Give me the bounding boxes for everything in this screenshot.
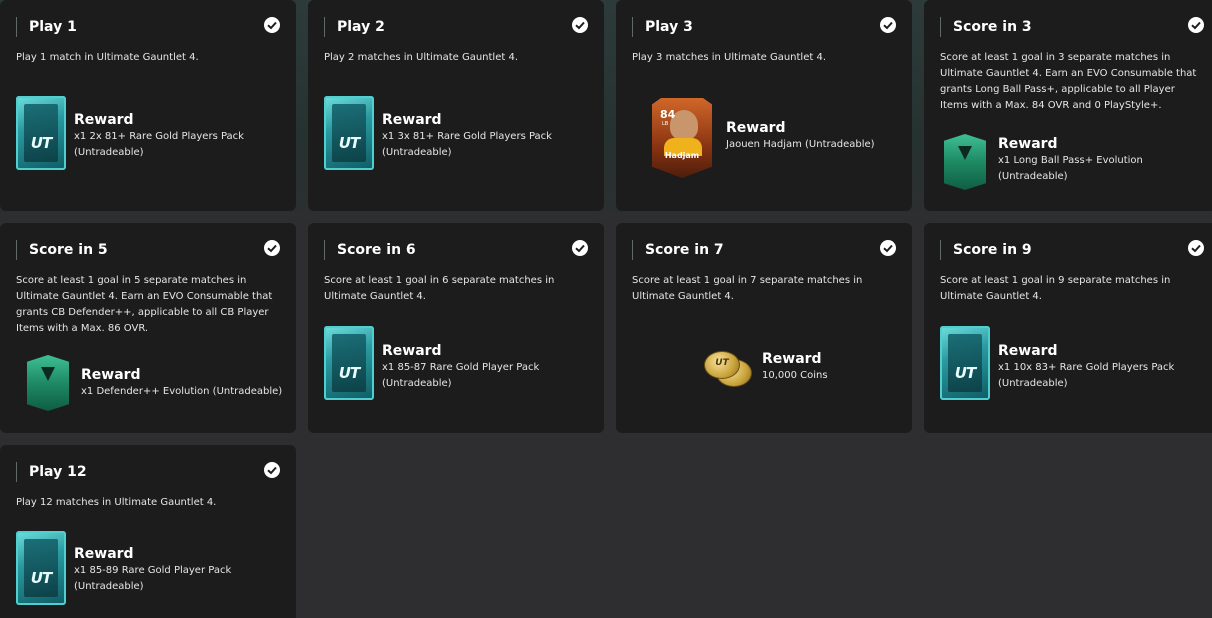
objective-description: Score at least 1 goal in 6 separate matc… [324,275,555,302]
reward-block: Reward x1 Long Ball Pass+ Evolution (Unt… [998,135,1208,185]
objective-description: Score at least 1 goal in 3 separate matc… [940,52,1197,111]
ut-pack-icon: UT [324,326,374,400]
reward-title: Reward [382,343,442,359]
objective-card[interactable]: Play 12 Play 12 matches in Ultimate Gaun… [0,445,296,618]
check-circle-icon [264,462,280,478]
reward-block: Reward x1 2x 81+ Rare Gold Players Pack … [74,111,274,161]
ut-pack-icon: UT [324,96,374,170]
reward-text: 10,000 Coins [762,370,828,381]
player-rating: 84 [660,108,676,121]
reward-block: Reward x1 85-89 Rare Gold Player Pack (U… [74,545,274,595]
check-circle-icon [264,17,280,33]
reward-block: Reward Jaouen Hadjam (Untradeable) [726,119,902,153]
reward-text: x1 85-87 Rare Gold Player Pack (Untradea… [382,362,540,389]
ut-pack-icon: UT [940,326,990,400]
objective-title: Play 12 [16,462,87,482]
player-name: Hadjam [664,151,700,160]
objective-title: Score in 6 [324,240,416,260]
reward-title: Reward [74,546,134,562]
reward-title: Reward [81,367,141,383]
reward-block: Reward x1 3x 81+ Rare Gold Players Pack … [382,111,582,161]
check-circle-icon [572,17,588,33]
objective-description: Score at least 1 goal in 9 separate matc… [940,275,1171,302]
player-position: LB [662,121,669,127]
check-circle-icon [880,17,896,33]
reward-block: Reward x1 10x 83+ Rare Gold Players Pack… [998,342,1208,392]
objectives-grid: Play 1 Play 1 match in Ultimate Gauntlet… [0,0,1212,618]
objective-description: Score at least 1 goal in 7 separate matc… [632,275,863,302]
reward-title: Reward [382,112,442,128]
reward-title: Reward [998,343,1058,359]
objective-title: Play 2 [324,17,385,37]
objective-title: Score in 7 [632,240,724,260]
objective-card[interactable]: Score in 3 Score at least 1 goal in 3 se… [924,0,1212,211]
check-circle-icon [572,240,588,256]
reward-text: Jaouen Hadjam (Untradeable) [726,139,875,150]
evolution-icon [27,355,69,411]
player-card: 84 LB Hadjam [652,98,712,178]
reward-text: x1 10x 83+ Rare Gold Players Pack (Untra… [998,362,1175,389]
objective-title: Score in 3 [940,17,1032,37]
ut-pack-icon: UT [16,96,66,170]
objective-description: Score at least 1 goal in 5 separate matc… [16,275,273,334]
reward-text: x1 Long Ball Pass+ Evolution (Untradeabl… [998,155,1143,182]
reward-title: Reward [762,351,822,367]
reward-text: x1 2x 81+ Rare Gold Players Pack (Untrad… [74,131,244,158]
reward-title: Reward [998,136,1058,152]
reward-text: x1 85-89 Rare Gold Player Pack (Untradea… [74,565,232,592]
check-circle-icon [880,240,896,256]
objective-description: Play 2 matches in Ultimate Gauntlet 4. [324,52,518,63]
objective-title: Score in 9 [940,240,1032,260]
objective-title: Play 3 [632,17,693,37]
objective-card[interactable]: Score in 6 Score at least 1 goal in 6 se… [308,223,604,433]
objective-card[interactable]: Play 1 Play 1 match in Ultimate Gauntlet… [0,0,296,211]
reward-title: Reward [726,120,786,136]
ut-pack-icon: UT [16,531,66,605]
reward-block: Reward x1 85-87 Rare Gold Player Pack (U… [382,342,582,392]
objective-title: Score in 5 [16,240,108,260]
objective-title: Play 1 [16,17,77,37]
coins-icon: UT [704,351,752,387]
check-circle-icon [1188,17,1204,33]
reward-block: Reward x1 Defender++ Evolution (Untradea… [81,366,291,400]
reward-block: Reward 10,000 Coins [762,350,902,384]
evolution-icon [944,134,986,190]
reward-text: x1 Defender++ Evolution (Untradeable) [81,386,283,397]
objective-card[interactable]: Play 3 Play 3 matches in Ultimate Gauntl… [616,0,912,211]
objective-description: Play 3 matches in Ultimate Gauntlet 4. [632,52,826,63]
objective-description: Play 1 match in Ultimate Gauntlet 4. [16,52,199,63]
reward-title: Reward [74,112,134,128]
objective-description: Play 12 matches in Ultimate Gauntlet 4. [16,497,217,508]
objective-card[interactable]: Score in 5 Score at least 1 goal in 5 se… [0,223,296,433]
check-circle-icon [264,240,280,256]
objective-card[interactable]: Play 2 Play 2 matches in Ultimate Gauntl… [308,0,604,211]
objective-card[interactable]: Score in 7 Score at least 1 goal in 7 se… [616,223,912,433]
objective-card[interactable]: Score in 9 Score at least 1 goal in 9 se… [924,223,1212,433]
check-circle-icon [1188,240,1204,256]
reward-text: x1 3x 81+ Rare Gold Players Pack (Untrad… [382,131,552,158]
